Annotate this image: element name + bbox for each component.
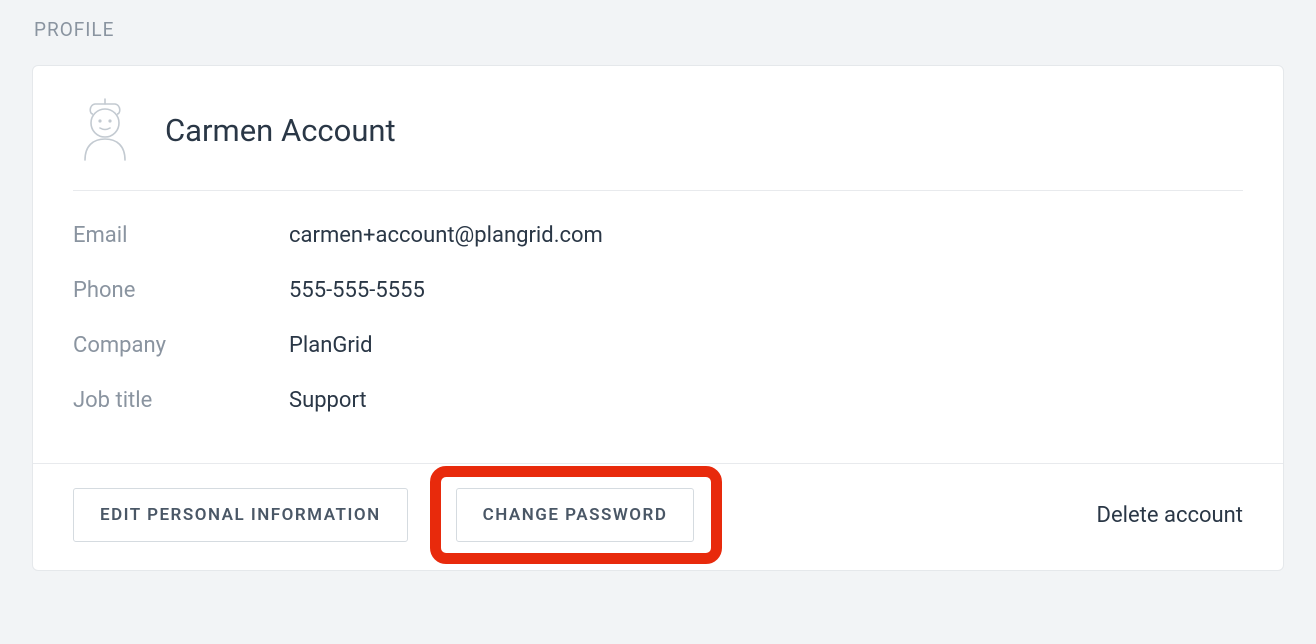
field-row-phone: Phone 555-555-5555 [73,278,1243,303]
avatar-icon [73,98,137,162]
field-row-job-title: Job title Support [73,388,1243,413]
delete-account-link[interactable]: Delete account [1097,503,1243,528]
field-row-email: Email carmen+account@plangrid.com [73,223,1243,248]
change-password-button[interactable]: CHANGE PASSWORD [456,488,695,542]
field-label-company: Company [73,333,289,358]
profile-header: Carmen Account [73,98,1243,191]
field-value-email: carmen+account@plangrid.com [289,223,603,248]
card-actions: EDIT PERSONAL INFORMATION CHANGE PASSWOR… [33,463,1283,570]
field-value-phone: 555-555-5555 [289,278,425,303]
highlight-frame: CHANGE PASSWORD [456,488,695,542]
field-value-company: PlanGrid [289,333,373,358]
profile-name: Carmen Account [165,112,396,149]
field-row-company: Company PlanGrid [73,333,1243,358]
profile-card: Carmen Account Email carmen+account@plan… [32,65,1284,571]
edit-personal-information-button[interactable]: EDIT PERSONAL INFORMATION [73,488,408,542]
section-title: PROFILE [34,18,1284,41]
card-body: Carmen Account Email carmen+account@plan… [33,66,1283,463]
field-label-job-title: Job title [73,388,289,413]
field-value-job-title: Support [289,388,367,413]
field-label-email: Email [73,223,289,248]
field-label-phone: Phone [73,278,289,303]
